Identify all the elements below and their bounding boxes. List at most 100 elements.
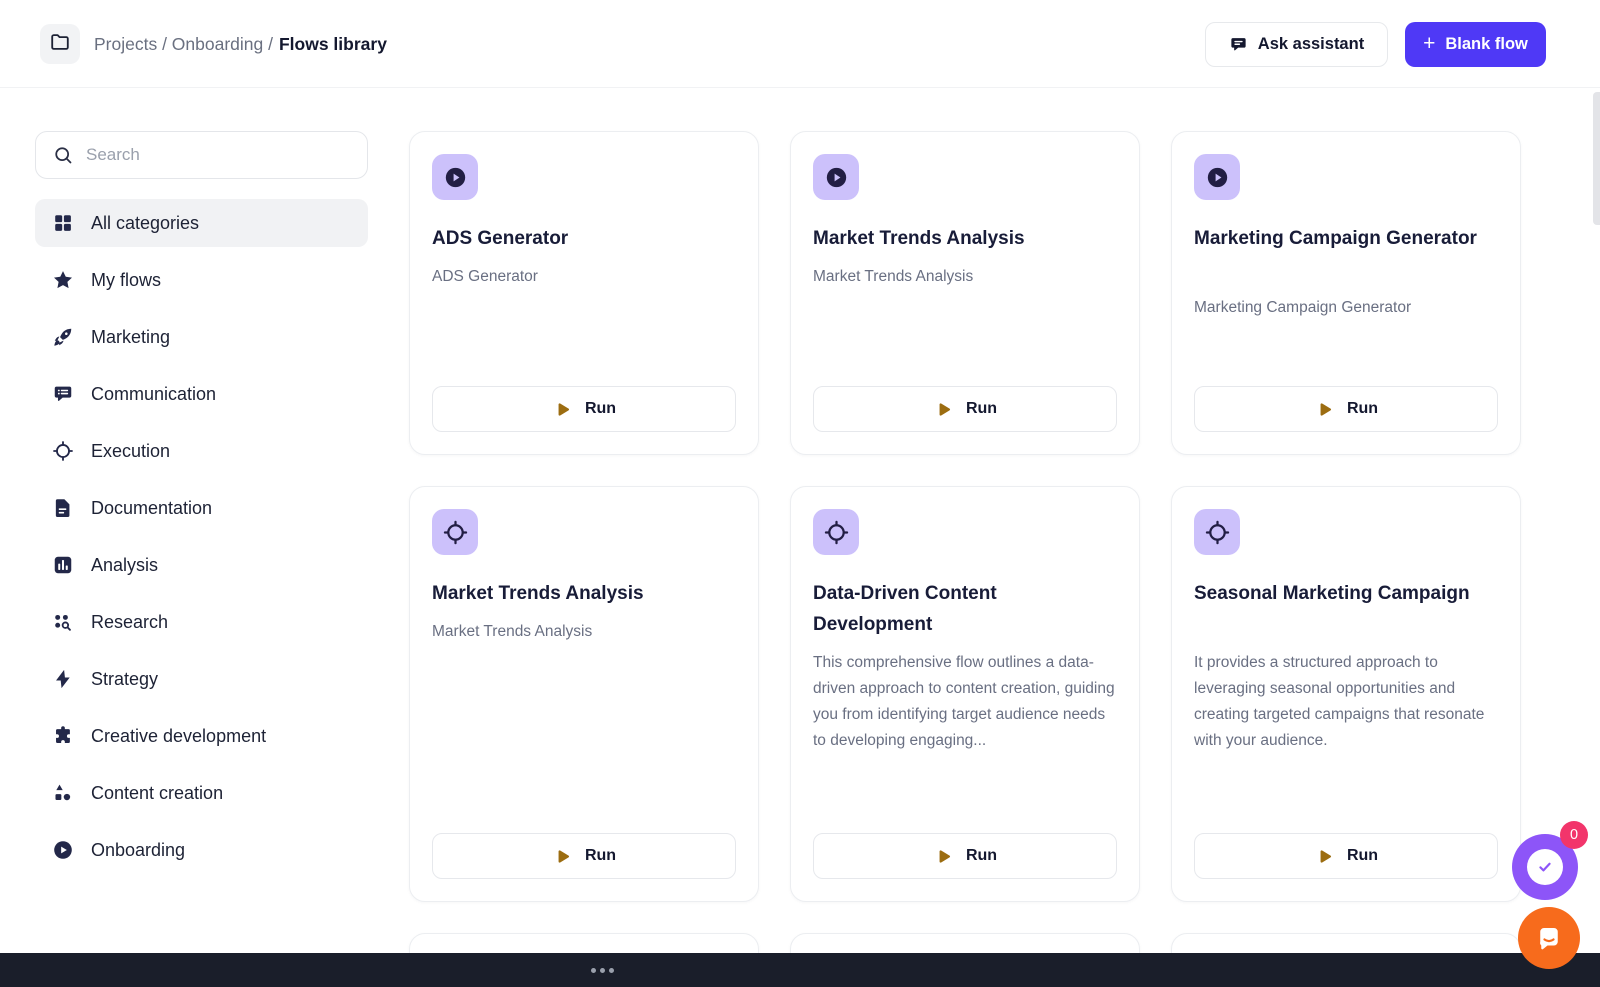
- run-button-label: Run: [1347, 847, 1378, 865]
- sidebar-item-label: Content creation: [91, 783, 223, 804]
- flow-card-marketing-campaign-generator-3[interactable]: Marketing Campaign Generator Marketing C…: [1171, 131, 1521, 455]
- notification-badge: 0: [1560, 821, 1588, 849]
- crosshair-icon: [52, 440, 74, 462]
- sidebar-item-execution[interactable]: Execution: [35, 427, 368, 475]
- sidebar-item-label: Communication: [91, 384, 216, 405]
- sidebar-item-marketing[interactable]: Marketing: [35, 313, 368, 361]
- breadcrumb-path[interactable]: Projects / Onboarding /: [94, 34, 273, 55]
- target-badge-icon: [432, 509, 478, 555]
- sidebar-item-label: Strategy: [91, 669, 158, 690]
- sidebar-item-strategy[interactable]: Strategy: [35, 655, 368, 703]
- run-button-label: Run: [966, 847, 997, 865]
- grid-icon: [52, 212, 74, 234]
- run-button-label: Run: [585, 847, 616, 865]
- run-button[interactable]: Run: [1194, 833, 1498, 879]
- run-button[interactable]: Run: [432, 386, 736, 432]
- search-input[interactable]: [86, 132, 356, 178]
- flow-card-market-trends-analysis-2[interactable]: Market Trends Analysis Market Trends Ana…: [790, 131, 1140, 455]
- run-button[interactable]: Run: [432, 833, 736, 879]
- sidebar-item-content-creation[interactable]: Content creation: [35, 769, 368, 817]
- breadcrumb[interactable]: Projects / Onboarding / Flows library: [94, 0, 387, 88]
- star-icon: [52, 269, 74, 291]
- flow-card-data-driven-content-development-5[interactable]: Data-Driven Content Development This com…: [790, 486, 1140, 902]
- bottom-dock-bar: [0, 953, 1600, 987]
- sidebar-item-label: Research: [91, 612, 168, 633]
- flow-card-market-trends-analysis-4[interactable]: Market Trends Analysis Market Trends Ana…: [409, 486, 759, 902]
- run-button[interactable]: Run: [1194, 386, 1498, 432]
- ask-assistant-label: Ask assistant: [1258, 35, 1364, 54]
- sidebar-item-label: Marketing: [91, 327, 170, 348]
- sidebar-item-label: Onboarding: [91, 840, 185, 861]
- run-play-icon: [1314, 846, 1335, 867]
- rocket-icon: [52, 326, 74, 348]
- play-circle-icon: [52, 839, 74, 861]
- sidebar: All categories My flows Marketing Commun…: [35, 131, 368, 883]
- sidebar-item-label: All categories: [91, 213, 199, 234]
- puzzle-icon: [52, 725, 74, 747]
- flows-grid: ADS Generator ADS Generator Run Market T…: [409, 131, 1521, 987]
- sidebar-item-documentation[interactable]: Documentation: [35, 484, 368, 532]
- blank-flow-button[interactable]: + Blank flow: [1405, 22, 1546, 67]
- run-button[interactable]: Run: [813, 833, 1117, 879]
- shapes-icon: [52, 782, 74, 804]
- dock-more-icon[interactable]: [591, 968, 614, 973]
- category-list: All categories My flows Marketing Commun…: [35, 199, 368, 874]
- flow-card-title: ADS Generator: [432, 223, 738, 254]
- flow-card-description: Market Trends Analysis: [813, 264, 1121, 290]
- target-badge-icon: [1194, 509, 1240, 555]
- sidebar-item-label: Documentation: [91, 498, 212, 519]
- flow-card-ads-generator-1[interactable]: ADS Generator ADS Generator Run: [409, 131, 759, 455]
- run-button-label: Run: [1347, 400, 1378, 418]
- flow-card-description: ADS Generator: [432, 264, 740, 290]
- sidebar-item-label: Execution: [91, 441, 170, 462]
- sidebar-item-research[interactable]: Research: [35, 598, 368, 646]
- target-badge-icon: [813, 509, 859, 555]
- flow-card-title: Marketing Campaign Generator: [1194, 223, 1500, 254]
- run-button-label: Run: [585, 400, 616, 418]
- run-play-icon: [1314, 399, 1335, 420]
- flow-card-description: This comprehensive flow outlines a data-…: [813, 650, 1121, 754]
- flow-card-description: Marketing Campaign Generator: [1194, 295, 1502, 321]
- run-play-icon: [552, 846, 573, 867]
- sidebar-item-analysis[interactable]: Analysis: [35, 541, 368, 589]
- sidebar-item-creative-development[interactable]: Creative development: [35, 712, 368, 760]
- plus-icon: +: [1423, 33, 1435, 54]
- flow-card-title: Market Trends Analysis: [432, 578, 738, 609]
- sidebar-item-label: My flows: [91, 270, 161, 291]
- flow-card-title: Data-Driven Content Development: [813, 578, 1119, 640]
- play-badge-icon: [432, 154, 478, 200]
- flows-library-page: Projects / Onboarding / Flows library Ask…: [0, 0, 1600, 987]
- blank-flow-label: Blank flow: [1445, 35, 1528, 54]
- run-play-icon: [933, 846, 954, 867]
- ask-assistant-button[interactable]: Ask assistant: [1205, 22, 1388, 67]
- chat-bubble-icon: [1534, 923, 1564, 953]
- flow-card-seasonal-marketing-campaign-6[interactable]: Seasonal Marketing Campaign It provides …: [1171, 486, 1521, 902]
- folder-icon: [49, 31, 71, 58]
- top-bar: Projects / Onboarding / Flows library Ask…: [0, 0, 1600, 88]
- sidebar-item-onboarding[interactable]: Onboarding: [35, 826, 368, 874]
- run-button[interactable]: Run: [813, 386, 1117, 432]
- dots-magnifier-icon: [52, 611, 74, 633]
- flow-card-description: It provides a structured approach to lev…: [1194, 650, 1502, 754]
- assistant-chat-icon: [1229, 35, 1248, 54]
- vertical-scrollbar-thumb[interactable]: [1593, 92, 1600, 225]
- sidebar-item-my-flows[interactable]: My flows: [35, 256, 368, 304]
- flow-card-description: Market Trends Analysis: [432, 619, 740, 645]
- lightning-icon: [52, 668, 74, 690]
- intercom-chat-button[interactable]: [1518, 907, 1580, 969]
- document-icon: [52, 497, 74, 519]
- play-badge-icon: [1194, 154, 1240, 200]
- run-play-icon: [933, 399, 954, 420]
- bar-chart-icon: [52, 554, 74, 576]
- play-badge-icon: [813, 154, 859, 200]
- flow-card-title: Market Trends Analysis: [813, 223, 1119, 254]
- sidebar-item-communication[interactable]: Communication: [35, 370, 368, 418]
- sidebar-item-all-categories[interactable]: All categories: [35, 199, 368, 247]
- flow-card-title: Seasonal Marketing Campaign: [1194, 578, 1500, 609]
- search-box: [35, 131, 368, 179]
- project-folder-button[interactable]: [40, 24, 80, 64]
- breadcrumb-current: Flows library: [279, 34, 387, 55]
- checkmark-icon: [1527, 849, 1563, 885]
- sidebar-item-label: Creative development: [91, 726, 266, 747]
- run-play-icon: [552, 399, 573, 420]
